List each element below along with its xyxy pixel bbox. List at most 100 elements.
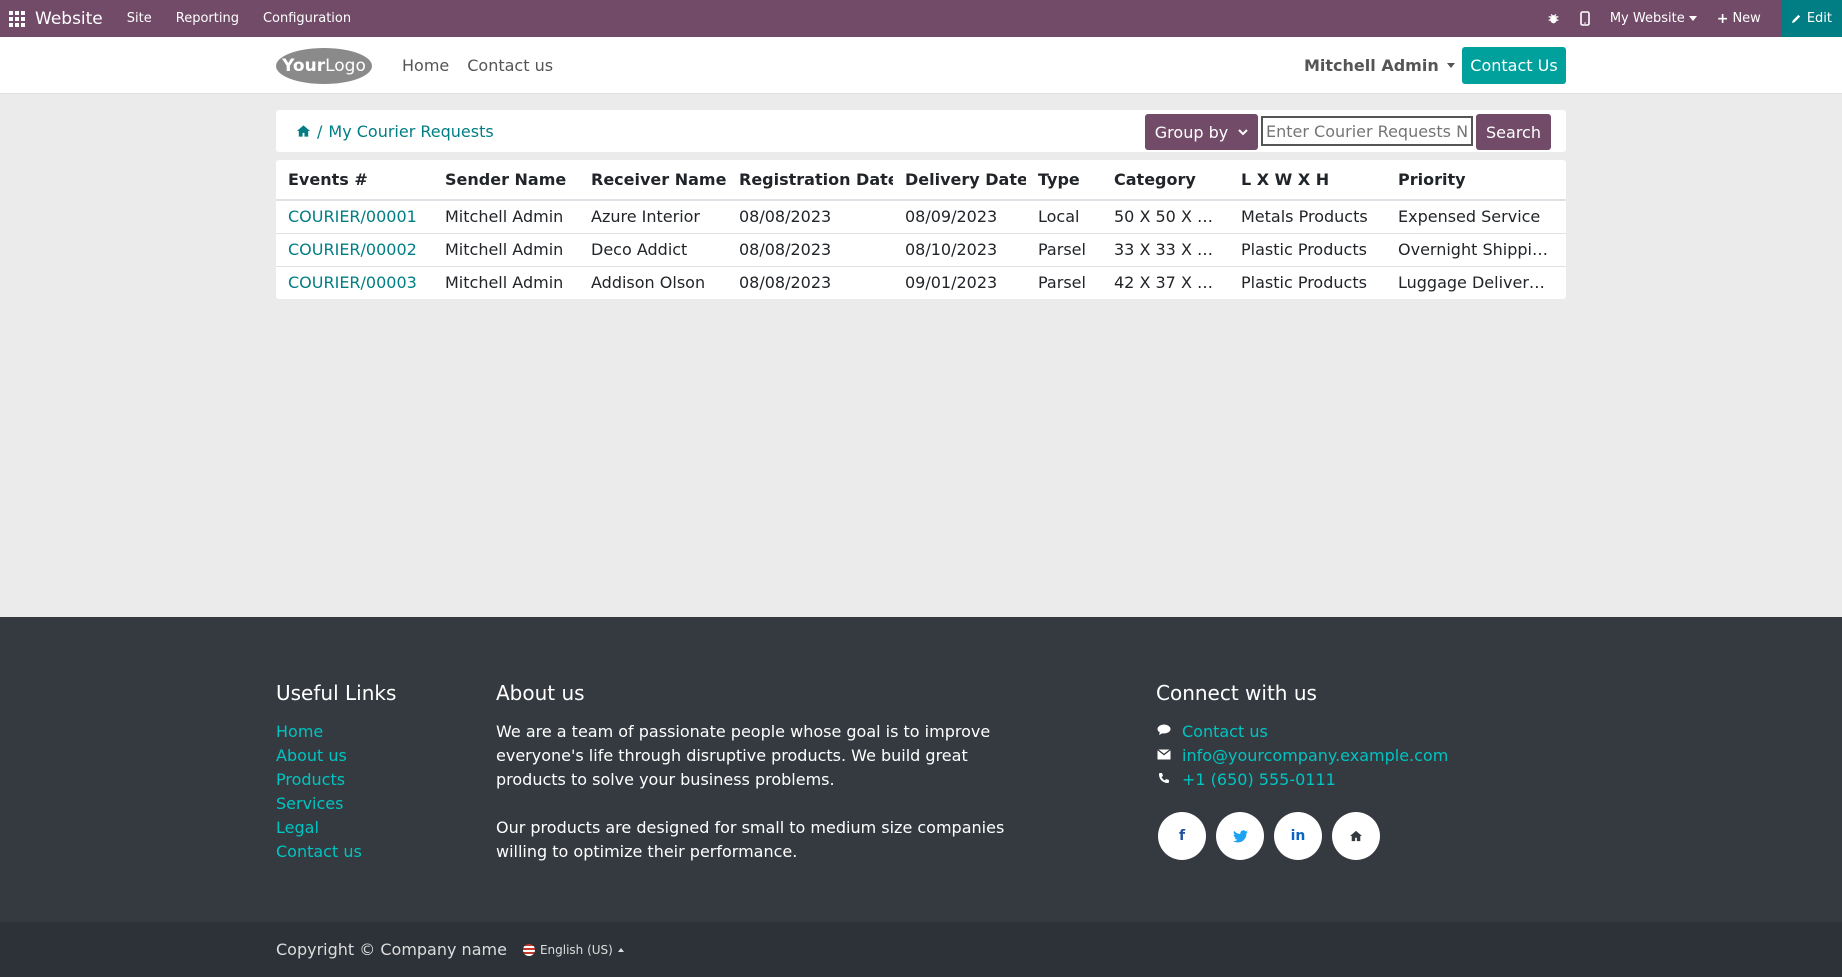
nav-home[interactable]: Home — [402, 56, 449, 75]
breadcrumb-bar: / My Courier Requests Group by Search — [276, 110, 1566, 152]
debug-bug-icon[interactable] — [1547, 12, 1560, 25]
column-header: Receiver Name — [579, 160, 727, 201]
footer-link-home[interactable]: Home — [276, 720, 396, 744]
footer-link-legal[interactable]: Legal — [276, 816, 396, 840]
footer-link-contact[interactable]: Contact us — [276, 840, 396, 864]
group-by-label: Group by — [1154, 122, 1229, 142]
breadcrumb-separator: / — [317, 121, 323, 141]
courier-link[interactable]: COURIER/00001 — [288, 207, 417, 226]
footer-bottom-bar: Copyright © Company name English (US) — [0, 922, 1842, 977]
twitter-icon[interactable] — [1216, 812, 1264, 860]
table-header-row: Events # Sender Name Receiver Name Regis… — [276, 160, 1566, 201]
site-nav: Home Contact us — [402, 37, 553, 94]
user-menu[interactable]: Mitchell Admin — [1304, 37, 1455, 94]
courier-link[interactable]: COURIER/00002 — [288, 240, 417, 259]
site-footer: Useful Links Home About us Products Serv… — [0, 617, 1842, 922]
footer-link-products[interactable]: Products — [276, 768, 396, 792]
search-button[interactable]: Search — [1476, 114, 1551, 150]
linkedin-icon[interactable]: in — [1274, 812, 1322, 860]
about-paragraph: We are a team of passionate people whose… — [496, 722, 991, 789]
new-button[interactable]: + New — [1717, 11, 1761, 27]
edit-button-label: Edit — [1806, 11, 1832, 26]
menu-reporting[interactable]: Reporting — [176, 11, 239, 26]
cell-priority: Overnight Shipping … — [1386, 233, 1566, 267]
nav-contact-us[interactable]: Contact us — [467, 56, 553, 75]
cell-delivery-date: 08/09/2023 — [893, 200, 1026, 234]
plus-icon: + — [1716, 10, 1729, 27]
cell-receiver: Deco Addict — [579, 233, 727, 267]
facebook-icon[interactable]: f — [1158, 812, 1206, 860]
cell-registration-date: 08/08/2023 — [739, 273, 832, 293]
cell-priority: Expensed Service — [1386, 200, 1566, 234]
company-logo[interactable]: Your Logo — [276, 48, 372, 84]
contact-us-button[interactable]: Contact Us — [1462, 47, 1566, 84]
useful-links-section: Useful Links Home About us Products Serv… — [276, 681, 396, 864]
language-label: English (US) — [539, 942, 613, 957]
cell-receiver: Addison Olson — [591, 273, 706, 293]
search-input[interactable] — [1261, 116, 1473, 146]
mobile-preview-icon[interactable] — [1580, 11, 1590, 26]
column-header: Type — [1026, 160, 1102, 201]
cell-sender: Mitchell Admin — [433, 200, 579, 234]
admin-navbar: Website Site Reporting Configuration My … — [0, 0, 1842, 37]
column-header: Sender Name — [433, 160, 579, 201]
edit-button[interactable]: Edit — [1780, 0, 1842, 37]
connect-email-link[interactable]: info@yourcompany.example.com — [1156, 744, 1448, 768]
cell-dimensions: 33 X 33 X 19 — [1102, 233, 1229, 267]
connect-contact-link[interactable]: Contact us — [1156, 720, 1448, 744]
table-row[interactable]: COURIER/00001 Mitchell Admin Azure Inter… — [276, 200, 1566, 234]
comment-icon — [1156, 720, 1172, 744]
new-button-label: New — [1732, 11, 1761, 26]
column-header: L X W X H — [1229, 160, 1386, 201]
breadcrumb-current: My Courier Requests — [328, 121, 494, 141]
site-header: Your Logo Home Contact us Mitchell Admin … — [0, 37, 1842, 94]
cell-reference: COURIER/00001 — [276, 200, 433, 234]
column-header: Delivery Date — [893, 160, 1026, 201]
website-selector[interactable]: My Website — [1610, 11, 1697, 26]
user-name: Mitchell Admin — [1304, 56, 1439, 75]
pencil-icon — [1791, 14, 1800, 24]
cell-registration-date: 08/08/2023 — [727, 233, 893, 267]
table-row[interactable]: COURIER/00002 Mitchell Admin Deco Addict… — [276, 233, 1566, 267]
footer-link-services[interactable]: Services — [276, 792, 396, 816]
chevron-down-icon — [1688, 16, 1697, 21]
home-icon[interactable] — [1332, 812, 1380, 860]
about-section: About us We are a team of passionate peo… — [496, 681, 1036, 864]
menu-site[interactable]: Site — [127, 11, 152, 26]
website-selector-label: My Website — [1609, 11, 1685, 26]
connect-phone-link[interactable]: +1 (650) 555-0111 — [1156, 768, 1448, 792]
cell-sender: Mitchell Admin — [433, 233, 579, 267]
chevron-down-icon — [1238, 128, 1248, 135]
apps-grid-icon[interactable] — [9, 10, 25, 27]
footer-link-about[interactable]: About us — [276, 744, 396, 768]
cell-type: Parsel — [1038, 273, 1086, 293]
cell-category: Plastic Products — [1241, 273, 1367, 293]
connect-email-label: info@yourcompany.example.com — [1182, 746, 1449, 765]
cell-delivery-date: 09/01/2023 — [905, 273, 998, 293]
useful-links-title: Useful Links — [276, 681, 397, 705]
menu-configuration[interactable]: Configuration — [263, 11, 351, 26]
courier-link[interactable]: COURIER/00003 — [288, 273, 417, 292]
column-header: Events # — [276, 160, 433, 201]
connect-section: Connect with us Contact us info@yourcomp… — [1156, 681, 1448, 860]
connect-title: Connect with us — [1156, 681, 1317, 705]
cell-reference: COURIER/00002 — [276, 233, 433, 267]
admin-menu: Site Reporting Configuration — [127, 11, 351, 26]
language-selector[interactable]: English (US) — [522, 942, 624, 957]
table-row[interactable]: COURIER/00003 Mitchell Admin Addison Ols… — [276, 266, 1566, 299]
cell-type: Parsel — [1026, 233, 1102, 267]
group-by-select[interactable]: Group by — [1145, 114, 1258, 150]
cell-registration-date: 08/08/2023 — [727, 200, 893, 234]
courier-requests-table: Events # Sender Name Receiver Name Regis… — [276, 160, 1566, 299]
social-links: f in — [1158, 812, 1448, 860]
cell-type: Local — [1026, 200, 1102, 234]
logo-text-light: Logo — [325, 56, 366, 76]
about-title: About us — [496, 681, 585, 705]
column-header: Priority — [1386, 160, 1566, 201]
cell-dimensions: 50 X 50 X 50 — [1102, 200, 1229, 234]
envelope-icon — [1156, 744, 1172, 768]
cell-category: Metals Products — [1229, 200, 1386, 234]
cell-reference: COURIER/00003 — [276, 266, 433, 299]
home-icon[interactable] — [296, 124, 311, 138]
app-brand[interactable]: Website — [35, 9, 103, 29]
